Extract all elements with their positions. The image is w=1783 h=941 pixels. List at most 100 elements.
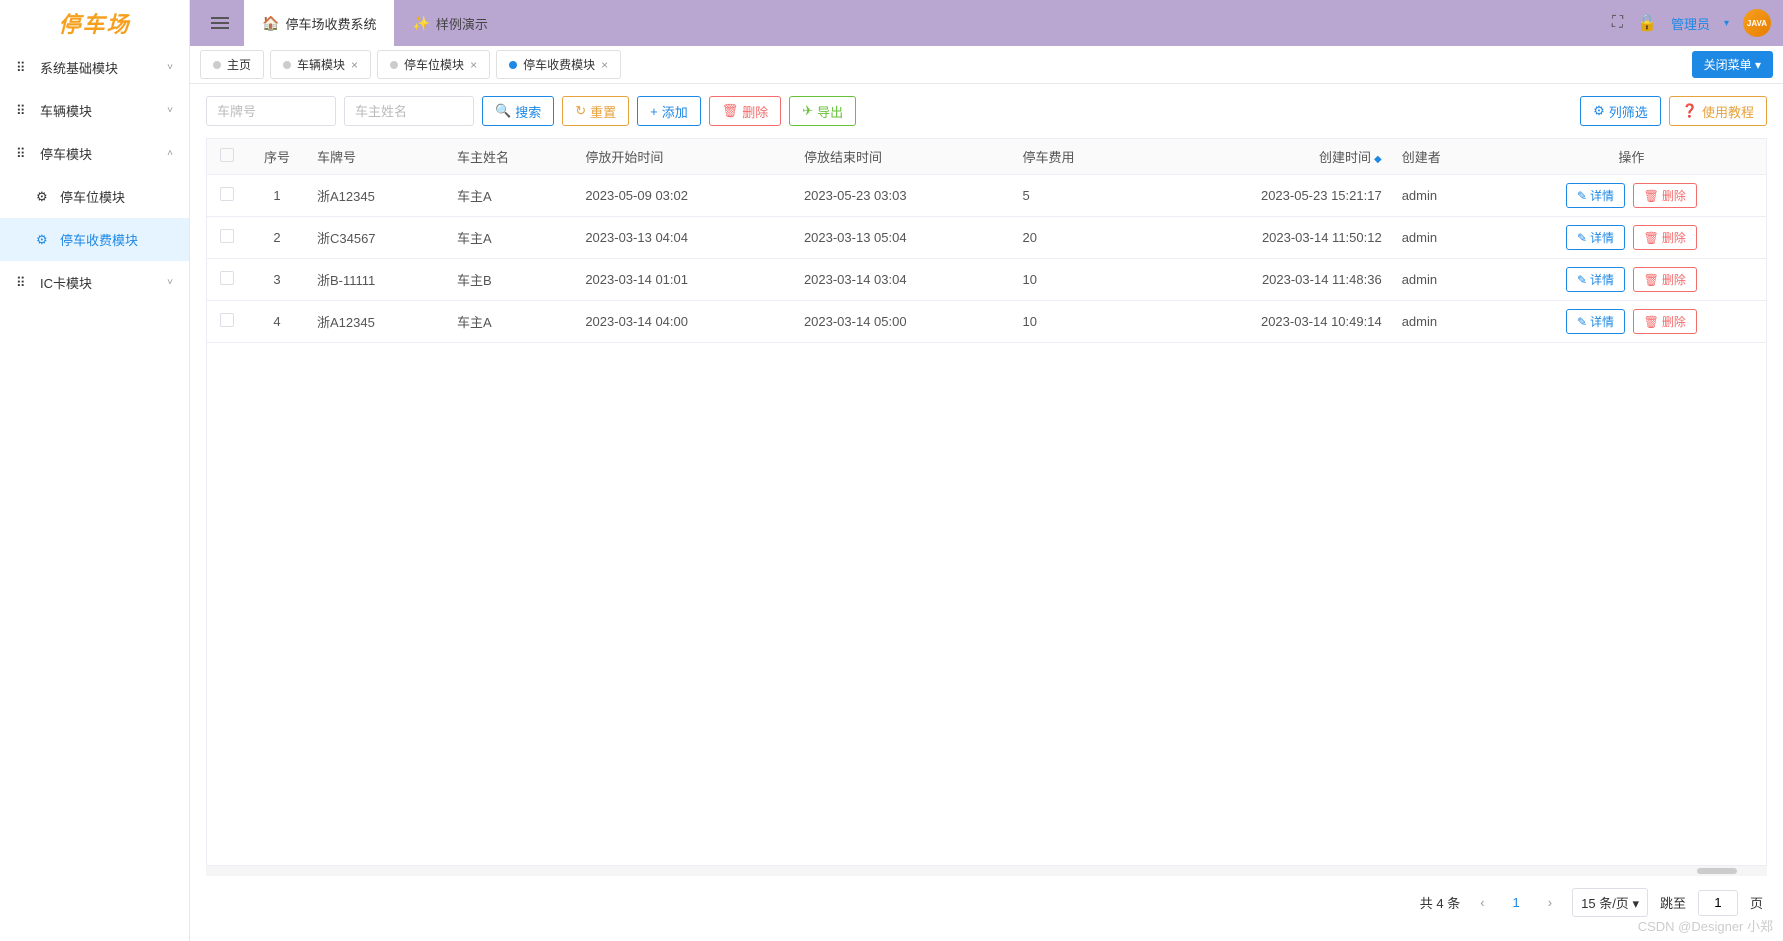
row-delete-button[interactable]: 🗑 删除	[1633, 309, 1697, 334]
prev-page[interactable]: ‹	[1472, 891, 1492, 914]
cell-idx: 3	[247, 259, 307, 301]
cell-created: 2023-03-14 10:49:14	[1141, 301, 1392, 343]
trash-icon: 🗑	[1644, 231, 1659, 245]
close-icon[interactable]: ×	[601, 58, 608, 72]
tab-icon: ✨	[412, 15, 429, 32]
chevron-icon: ˅	[167, 62, 173, 73]
tab-dot-icon	[283, 61, 291, 69]
header-plate: 车牌号	[307, 139, 447, 175]
cell-owner: 车主A	[447, 301, 575, 343]
logo-area: 停车场	[0, 0, 189, 46]
header-tab[interactable]: 🏠停车场收费系统	[244, 0, 394, 46]
trash-icon: 🗑	[1644, 273, 1659, 287]
close-menu-button[interactable]: 关闭菜单 ▾	[1692, 51, 1773, 78]
jump-input[interactable]	[1698, 890, 1738, 916]
delete-button[interactable]: 🗑删除	[709, 96, 782, 126]
hamburger-icon	[211, 17, 229, 29]
cell-end: 2023-03-14 03:04	[794, 259, 1013, 301]
fullscreen-icon[interactable]: ⛶	[1612, 14, 1623, 32]
sort-icon: ◆	[1374, 154, 1382, 165]
export-button[interactable]: ✈导出	[789, 96, 856, 126]
detail-button[interactable]: ✎ 详情	[1566, 267, 1625, 292]
row-checkbox[interactable]	[220, 187, 234, 201]
tutorial-button[interactable]: ❓使用教程	[1669, 96, 1767, 126]
detail-button[interactable]: ✎ 详情	[1566, 225, 1625, 250]
cell-plate: 浙C34567	[307, 217, 447, 259]
cell-start: 2023-05-09 03:02	[575, 175, 794, 217]
table-header-row: 序号 车牌号 车主姓名 停放开始时间 停放结束时间 停车费用 创建时间◆ 创建者…	[207, 139, 1766, 175]
table-row: 4 浙A12345 车主A 2023-03-14 04:00 2023-03-1…	[207, 301, 1766, 343]
sidebar-item[interactable]: ⠿IC卡模块˅	[0, 261, 189, 304]
sidebar-item[interactable]: ⠿车辆模块˅	[0, 89, 189, 132]
user-caret-icon[interactable]: ▾	[1724, 18, 1729, 29]
page-tab[interactable]: 主页	[200, 50, 264, 79]
tab-bar: 主页 车辆模块×停车位模块×停车收费模块× 关闭菜单 ▾	[190, 46, 1783, 84]
cell-created: 2023-03-14 11:48:36	[1141, 259, 1392, 301]
sidebar: 停车场 ⠿系统基础模块˅⠿车辆模块˅⠿停车模块˄⚙停车位模块⚙停车收费模块⠿IC…	[0, 0, 190, 941]
plate-input[interactable]	[206, 96, 336, 126]
reset-button[interactable]: ↻重置	[562, 96, 629, 126]
sidebar-item[interactable]: ⠿系统基础模块˅	[0, 46, 189, 89]
cell-idx: 2	[247, 217, 307, 259]
sidebar-subitem[interactable]: ⚙停车位模块	[0, 175, 189, 218]
horizontal-scrollbar[interactable]	[206, 866, 1767, 876]
column-filter-button[interactable]: ⚙列筛选	[1580, 96, 1661, 126]
hamburger-toggle[interactable]	[202, 5, 238, 41]
next-page[interactable]: ›	[1540, 891, 1560, 914]
cell-creator: admin	[1392, 259, 1497, 301]
sidebar-subitem[interactable]: ⚙停车收费模块	[0, 218, 189, 261]
page-number[interactable]: 1	[1505, 891, 1528, 914]
close-icon[interactable]: ×	[470, 58, 477, 72]
header-tab[interactable]: ✨样例演示	[394, 0, 505, 46]
sidebar-item[interactable]: ⠿停车模块˄	[0, 132, 189, 175]
menu-icon: ⚙	[36, 189, 52, 205]
page-tabs: 主页 车辆模块×停车位模块×停车收费模块×	[200, 50, 627, 79]
cell-action: ✎ 详情 🗑 删除	[1497, 259, 1766, 301]
plus-icon: +	[650, 104, 658, 119]
owner-input[interactable]	[344, 96, 474, 126]
detail-button[interactable]: ✎ 详情	[1566, 183, 1625, 208]
data-table: 序号 车牌号 车主姓名 停放开始时间 停放结束时间 停车费用 创建时间◆ 创建者…	[207, 139, 1766, 343]
header-checkbox[interactable]	[220, 148, 234, 162]
menu-label: 车辆模块	[40, 101, 167, 120]
refresh-icon: ↻	[575, 103, 586, 119]
page-suffix: 页	[1750, 893, 1763, 912]
cell-plate: 浙A12345	[307, 301, 447, 343]
tab-dot-icon	[390, 61, 398, 69]
menu-icon: ⠿	[16, 146, 32, 162]
avatar[interactable]: JAVA	[1743, 9, 1771, 37]
header-action: 操作	[1497, 139, 1766, 175]
search-button[interactable]: 🔍搜索	[482, 96, 554, 126]
page-tab[interactable]: 停车位模块×	[377, 50, 490, 79]
menu-icon: ⠿	[16, 275, 32, 291]
menu-label: 停车模块	[40, 144, 167, 163]
cell-creator: admin	[1392, 175, 1497, 217]
row-checkbox[interactable]	[220, 313, 234, 327]
cell-owner: 车主B	[447, 259, 575, 301]
row-delete-button[interactable]: 🗑 删除	[1633, 225, 1697, 250]
header-idx: 序号	[247, 139, 307, 175]
total-count: 共 4 条	[1420, 893, 1460, 912]
cell-fee: 5	[1013, 175, 1141, 217]
header-start: 停放开始时间	[575, 139, 794, 175]
edit-icon: ✎	[1577, 189, 1587, 203]
page-tab[interactable]: 停车收费模块×	[496, 50, 621, 79]
page-tab[interactable]: 车辆模块×	[270, 50, 371, 79]
add-button[interactable]: +添加	[637, 96, 701, 126]
cell-owner: 车主A	[447, 217, 575, 259]
lock-icon[interactable]: 🔒	[1637, 13, 1657, 33]
close-icon[interactable]: ×	[351, 58, 358, 72]
row-delete-button[interactable]: 🗑 删除	[1633, 183, 1697, 208]
page-size-select[interactable]: 15 条/页 ▾	[1572, 888, 1648, 917]
detail-button[interactable]: ✎ 详情	[1566, 309, 1625, 334]
cell-end: 2023-05-23 03:03	[794, 175, 1013, 217]
main-area: 🏠停车场收费系统✨样例演示 ⛶ 🔒 管理员 ▾ JAVA 主页 车辆模块×停车位模…	[190, 0, 1783, 941]
user-name[interactable]: 管理员	[1671, 14, 1710, 33]
tab-label: 主页	[227, 56, 251, 73]
row-checkbox[interactable]	[220, 271, 234, 285]
header-created[interactable]: 创建时间◆	[1141, 139, 1392, 175]
jump-label: 跳至	[1660, 893, 1686, 912]
search-icon: 🔍	[495, 103, 511, 119]
row-delete-button[interactable]: 🗑 删除	[1633, 267, 1697, 292]
row-checkbox[interactable]	[220, 229, 234, 243]
